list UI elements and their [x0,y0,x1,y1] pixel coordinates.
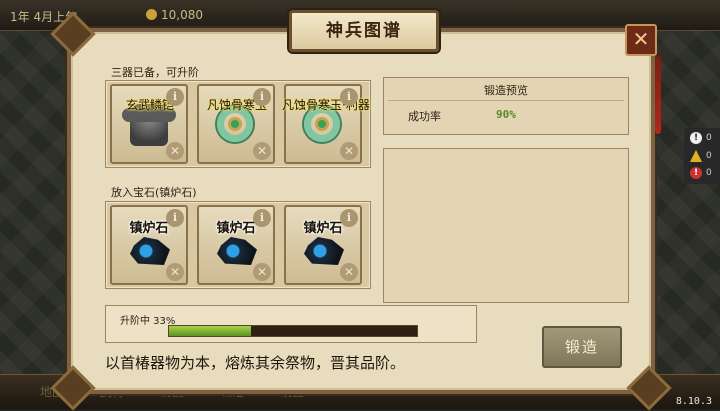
upgrade-progress-box: 升阶中 33% [105,305,477,343]
forge-button[interactable]: 锻造 [542,326,622,368]
remove-icon[interactable]: ✕ [340,142,358,160]
info-icon[interactable]: i [166,209,184,227]
weapon-slot[interactable]: 玄武鳞铠 i ✕ [110,84,188,164]
gem-slot-group: 镇炉石 i ✕ 镇炉石 i ✕ 镇炉石 i ✕ [105,201,371,289]
version-label: 8.10.3 [675,396,712,407]
error-alert-icon: ! [690,167,702,179]
error-alert-count: 0 [706,168,712,178]
gems-section-label: 放入宝石(镇炉石) [111,186,197,199]
weapon-slot-group: 玄武鳞铠 i ✕ 凡蚀骨寒玉 i ✕ 凡蚀骨寒玉·利器 i ✕ [105,80,371,168]
warning-alert-count: 0 [706,151,712,161]
coin-icon [146,9,157,20]
progress-fill [169,326,251,336]
info-icon[interactable]: i [253,209,271,227]
warning-alert-icon [690,150,702,162]
remove-icon[interactable]: ✕ [253,263,271,281]
close-button[interactable]: ✕ [625,24,657,56]
ore-icon [304,237,344,265]
gem-slot[interactable]: 镇炉石 i ✕ [284,205,362,285]
preview-title: 锻造预览 [484,84,528,97]
gem-slot[interactable]: 镇炉石 i ✕ [110,205,188,285]
weapons-section-label: 三器已备，可升阶 [111,66,199,79]
success-rate-label: 成功率 [408,110,441,123]
info-icon[interactable]: i [253,88,271,106]
progress-bar [168,325,418,337]
info-alert-count: 0 [706,133,712,143]
divine-weapon-dialog: 神兵图谱 ✕ 三器已备，可升阶 玄武鳞铠 i ✕ 凡蚀骨寒玉 i ✕ 凡蚀骨寒玉… [50,10,672,411]
info-icon[interactable]: i [340,209,358,227]
remove-icon[interactable]: ✕ [166,263,184,281]
remove-icon[interactable]: ✕ [166,142,184,160]
weapon-slot[interactable]: 凡蚀骨寒玉 i ✕ [197,84,275,164]
info-icon[interactable]: i [340,88,358,106]
gold-counter: 10,080 [146,8,203,22]
dialog-title: 神兵图谱 [289,10,439,52]
alert-panel[interactable]: ! 0 0 ! 0 [684,128,720,184]
forge-preview-panel: 锻造预览 成功率 90% [383,77,629,135]
tassel-decoration [655,56,661,134]
info-alert-icon: ! [690,132,702,144]
remove-icon[interactable]: ✕ [253,142,271,160]
remove-icon[interactable]: ✕ [340,263,358,281]
gem-slot[interactable]: 镇炉石 i ✕ [197,205,275,285]
result-panel [383,148,629,303]
info-icon[interactable]: i [166,88,184,106]
dialog-description: 以首椿器物为本，熔炼其余祭物，晋其品阶。 [105,354,406,372]
weapon-slot[interactable]: 凡蚀骨寒玉·利器 i ✕ [282,84,370,164]
ore-icon [217,237,257,265]
success-rate-row: 成功率 90% [388,100,624,129]
success-rate-value: 90% [496,108,516,121]
gold-amount: 10,080 [161,8,203,22]
ore-icon [130,237,170,265]
